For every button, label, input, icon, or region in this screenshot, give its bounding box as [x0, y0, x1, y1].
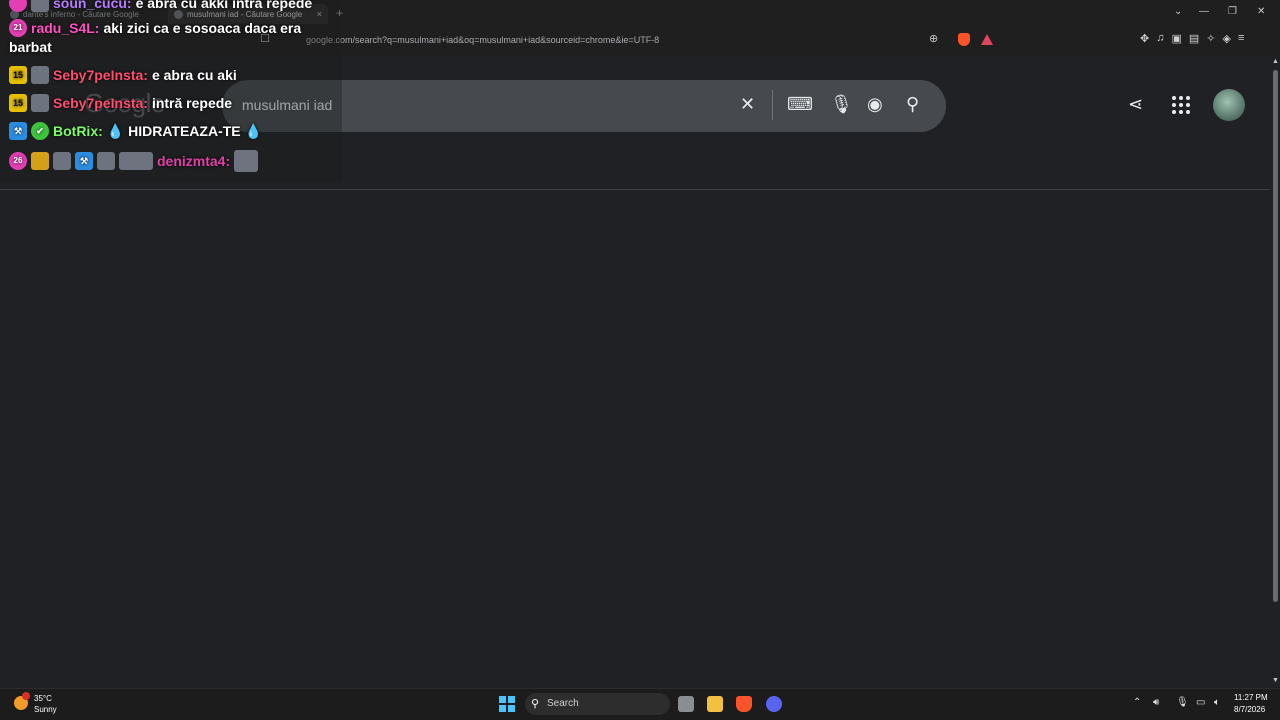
network-icon[interactable]: ▭	[1196, 697, 1205, 708]
sub-badge-icon	[9, 0, 27, 12]
chat-message: ⚒ ✔ BotRix: 💧 HIDRATEAZA-TE 💧	[9, 122, 262, 140]
minimize-button[interactable]: —	[1199, 6, 1209, 17]
menu-icon[interactable]: ≡	[1238, 32, 1244, 45]
vpn-icon[interactable]: ◈	[1223, 32, 1231, 45]
apps-icon[interactable]	[1172, 96, 1190, 114]
extensions-bar: ✥ ♫ ▣ ▤ ✧ ◈ ≡	[1140, 32, 1244, 45]
close-window-button[interactable]: ✕	[1257, 6, 1265, 17]
scroll-thumb[interactable]	[1273, 70, 1278, 602]
moderator-badge-icon: ⚒	[75, 152, 93, 170]
chat-message: 15 Seby7peInsta: intră repede	[9, 94, 232, 112]
zoom-icon[interactable]: ⊕	[929, 32, 938, 45]
tab-search-dropdown-icon[interactable]: ⌄	[1174, 6, 1182, 17]
wallet-icon[interactable]: ▤	[1189, 32, 1199, 45]
chat-text: e abra cu akki intra repede	[135, 0, 313, 11]
scroll-up-icon[interactable]: ▲	[1272, 58, 1279, 65]
chat-text: aki zici ca e sosoaca daca era	[103, 20, 302, 36]
chat-text: barbat	[9, 39, 52, 55]
speaker-icon[interactable]: 🔊︎	[1153, 697, 1159, 708]
discord-icon[interactable]	[766, 696, 782, 712]
brave-rewards-icon[interactable]	[981, 34, 993, 45]
clear-icon[interactable]: ✕	[740, 94, 755, 115]
sub-badge-icon: 15	[9, 66, 27, 84]
robot-badge-icon	[53, 152, 71, 170]
chat-username: BotRix:	[53, 123, 103, 139]
search-divider	[772, 90, 773, 120]
cat-emote-icon	[234, 150, 259, 172]
robot-badge-icon	[31, 66, 49, 84]
restore-button[interactable]: ❐	[1228, 6, 1237, 17]
clock-time[interactable]: 11:27 PM	[1234, 693, 1268, 702]
extensions-icon[interactable]: ✥	[1140, 32, 1149, 45]
mic-icon[interactable]: 🎙︎	[1176, 697, 1189, 708]
chat-text: 💧 HIDRATEAZA-TE 💧	[106, 122, 262, 139]
crown-badge-icon	[31, 152, 49, 170]
search-icon: ⚲	[531, 698, 540, 710]
taskbar-search-label: Search	[547, 698, 579, 709]
search-icon[interactable]: ⚲	[906, 94, 919, 115]
chat-username: Seby7peInsta:	[53, 95, 148, 111]
address-bar[interactable]: google.com/search?q=musulmani+iad&oq=mus…	[280, 30, 1000, 50]
chat-text: intră repede	[151, 95, 233, 111]
mic-icon[interactable]: 🎙︎	[830, 94, 853, 115]
badge-icon	[31, 0, 49, 12]
lens-icon[interactable]: ◉	[867, 94, 883, 115]
brave-browser-icon[interactable]	[736, 696, 752, 712]
start-icon[interactable]	[499, 696, 515, 712]
chat-message: soun_cucu: e abra cu akki intra repede	[9, 0, 312, 12]
weather-alert-icon	[22, 692, 30, 700]
chat-username: denizmta4:	[157, 153, 231, 169]
emote-badge-icon	[119, 152, 153, 170]
brave-shields-icon[interactable]	[958, 33, 970, 46]
leo-ai-icon[interactable]: ✧	[1206, 32, 1215, 45]
moderator-badge-icon: ⚒	[9, 122, 27, 140]
chat-message: 15 Seby7peInsta: e abra cu aki	[9, 66, 237, 84]
avatar[interactable]	[1213, 89, 1245, 121]
scroll-down-icon[interactable]: ▼	[1272, 677, 1279, 684]
sub-badge-icon: 15	[9, 94, 27, 112]
media-icon[interactable]: ♫	[1156, 32, 1164, 45]
chat-username: soun_cucu:	[53, 0, 132, 11]
file-explorer-icon[interactable]	[707, 696, 723, 712]
chat-message: 26 ⚒ denizmta4:	[9, 150, 259, 172]
chat-message: 21 radu_S4L: aki zici ca e sosoaca daca …	[9, 19, 301, 37]
chat-username: Seby7peInsta:	[53, 67, 148, 83]
show-hidden-icons-chevron-icon[interactable]: ⌃	[1133, 697, 1141, 708]
sub-badge-icon: 26	[9, 152, 27, 170]
verified-badge-icon: ✔	[31, 122, 49, 140]
volume-icon[interactable]: 🔈︎	[1214, 697, 1220, 708]
weather-temp[interactable]: 35°C	[34, 694, 52, 703]
keyboard-icon[interactable]: ⌨	[787, 94, 813, 115]
chat-message-continuation: barbat	[9, 39, 52, 55]
task-view-icon[interactable]	[678, 696, 694, 712]
mail-badge-icon	[97, 152, 115, 170]
sub-badge-icon: 21	[9, 19, 27, 37]
weather-condition[interactable]: Sunny	[34, 705, 57, 714]
chat-username: radu_S4L:	[31, 20, 100, 36]
robot-badge-icon	[31, 94, 49, 112]
sidebar-icon[interactable]: ▣	[1171, 32, 1181, 45]
chat-text: e abra cu aki	[151, 67, 237, 83]
share-icon[interactable]: ⋖	[1128, 94, 1143, 115]
clock-date[interactable]: 8/7/2026	[1234, 705, 1265, 714]
